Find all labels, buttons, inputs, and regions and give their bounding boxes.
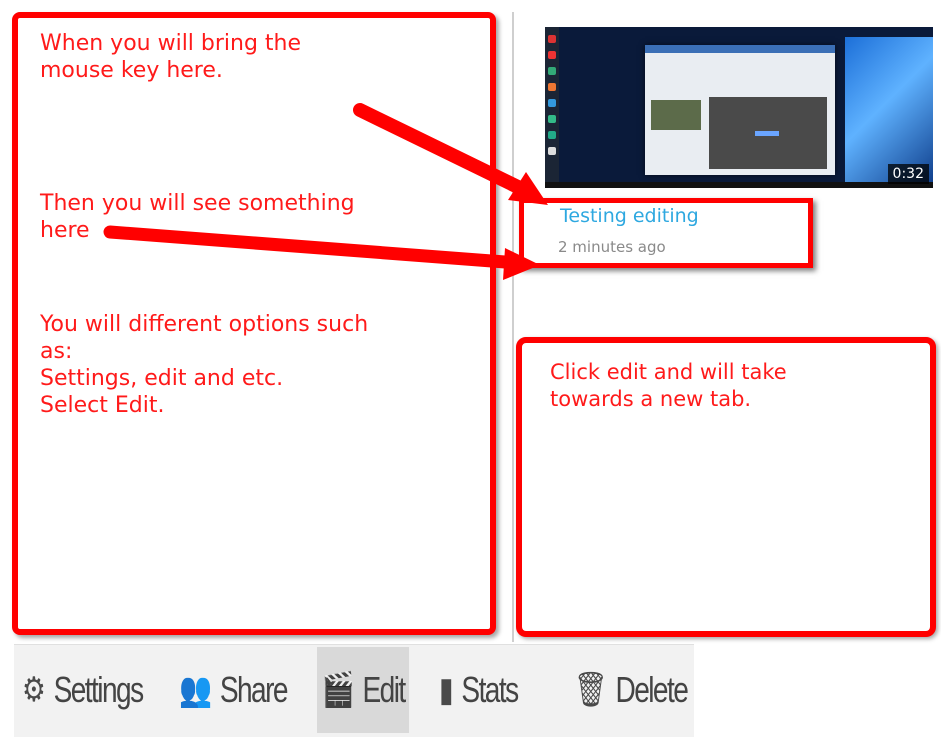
note-mouse-hover: When you will bring the mouse key here.: [40, 31, 302, 83]
delete-label: Delete: [615, 669, 688, 710]
video-thumbnail[interactable]: 0:32: [545, 27, 933, 188]
annotation-box-right: Click edit and will take towards a new t…: [516, 337, 936, 637]
taskbar: [545, 182, 933, 188]
video-action-toolbar: ⚙ Settings 👥 Share 🎬 Edit ▮ Stats 🗑 Dele…: [14, 644, 694, 737]
panel-divider: [512, 12, 514, 642]
stats-button[interactable]: ▮ Stats: [439, 647, 519, 733]
desktop-sidebar: [545, 27, 559, 188]
video-timestamp: 2 minutes ago: [558, 238, 666, 256]
stats-label: Stats: [461, 669, 519, 710]
delete-button[interactable]: 🗑 Delete: [574, 647, 689, 733]
browser-window-preview: [645, 45, 835, 175]
edit-icon: 🎬: [321, 671, 355, 709]
trash-icon: 🗑: [574, 671, 608, 709]
share-button[interactable]: 👥 Share: [179, 647, 289, 733]
video-title-card[interactable]: Testing editing 2 minutes ago: [519, 198, 813, 268]
edit-label: Edit: [362, 669, 407, 710]
note-click-edit: Click edit and will take towards a new t…: [550, 360, 787, 411]
video-duration: 0:32: [887, 164, 929, 184]
gear-icon: ⚙: [22, 671, 46, 709]
settings-label: Settings: [53, 669, 145, 710]
users-icon: 👥: [179, 671, 213, 709]
annotation-box-left: When you will bring the mouse key here. …: [12, 12, 496, 635]
settings-button[interactable]: ⚙ Settings: [22, 647, 145, 733]
stats-icon: ▮: [439, 671, 454, 709]
note-options: You will different options such as: Sett…: [40, 312, 369, 418]
note-see-something: Then you will see something here: [40, 191, 355, 243]
video-title-link[interactable]: Testing editing: [560, 205, 699, 227]
share-label: Share: [219, 669, 289, 710]
edit-button[interactable]: 🎬 Edit: [317, 647, 410, 733]
